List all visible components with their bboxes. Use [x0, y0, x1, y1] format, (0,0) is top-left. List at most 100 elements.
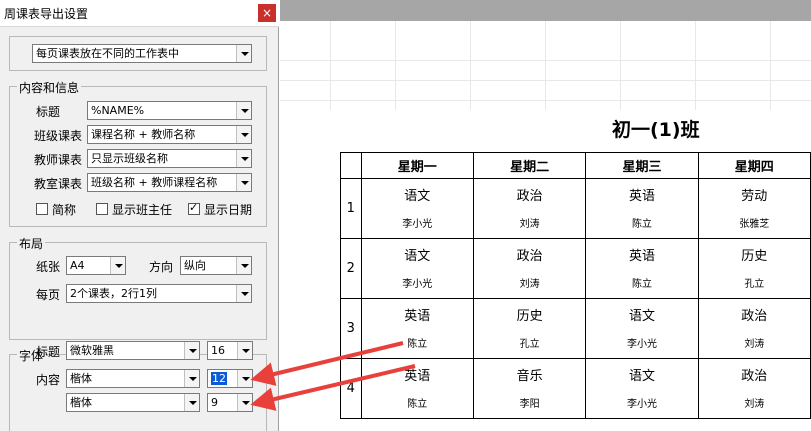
timetable: 星期一 星期二 星期三 星期四 1 语文 李小光 政治 刘涛 英语 陈立 劳动 张雅芝 … — [340, 152, 811, 419]
lesson-cell: 历史 孔立 — [472, 298, 587, 359]
paper-select[interactable]: A4 — [66, 256, 126, 275]
teacher-schedule-select[interactable]: 只显示班级名称 — [87, 149, 252, 168]
class-schedule-select[interactable]: 课程名称 + 教师名称 — [87, 125, 252, 144]
title-field-select[interactable]: %NAME% — [87, 101, 252, 120]
chevron-down-icon — [236, 150, 251, 167]
period-number: 1 — [340, 178, 362, 239]
chevron-down-icon — [184, 394, 199, 411]
subject: 英语 — [404, 309, 431, 324]
subject: 语文 — [404, 189, 431, 204]
lesson-cell: 英语 陈立 — [585, 178, 699, 239]
class-schedule-label: 班级课表 — [34, 129, 83, 143]
show-date-label[interactable]: 显示日期 — [204, 201, 252, 218]
classroom-schedule-select[interactable]: 班级名称 + 教师课程名称 — [87, 173, 252, 192]
teacher: 李小光 — [626, 339, 657, 350]
timetable-row: 3 英语陈立 历史孔立 语文李小光 政治刘涛 — [340, 298, 811, 359]
chevron-down-icon — [237, 394, 252, 411]
lesson-cell: 政治 刘涛 — [697, 358, 811, 419]
header-day: 星期三 — [585, 152, 699, 179]
subject: 政治 — [516, 249, 543, 264]
teacher: 李小光 — [626, 399, 657, 410]
timetable-row: 1 语文李小光 政治刘涛 英语陈立 劳动张雅芝 — [340, 178, 811, 239]
paper-label: 纸张 — [36, 260, 61, 274]
lesson-cell: 语文 李小光 — [360, 238, 474, 299]
lesson-cell: 历史 孔立 — [697, 238, 811, 299]
title-field-label: 标题 — [36, 105, 61, 119]
timetable-title: 初一(1)班 — [612, 119, 700, 141]
teacher: 李小光 — [402, 219, 433, 230]
subject: 语文 — [628, 369, 655, 384]
lesson-cell: 劳动 张雅芝 — [697, 178, 811, 239]
subject: 政治 — [741, 369, 768, 384]
orientation-label: 方向 — [149, 260, 174, 274]
sub-size-select[interactable]: 9 — [207, 393, 253, 412]
orientation-select[interactable]: 纵向 — [180, 256, 252, 275]
subject: 政治 — [741, 309, 768, 324]
teacher: 陈立 — [407, 339, 428, 350]
chevron-down-icon — [236, 257, 251, 274]
teacher: 李小光 — [402, 279, 433, 290]
teacher: 张雅芝 — [739, 219, 770, 230]
sub-font-select[interactable]: 楷体 — [66, 393, 200, 412]
lesson-cell: 英语 陈立 — [360, 358, 474, 419]
teacher: 刘涛 — [519, 279, 540, 290]
per-page-label: 每页 — [36, 288, 61, 302]
subject: 语文 — [628, 309, 655, 324]
export-settings-dialog: 周课表导出设置 × 每页课表放在不同的工作表中 内容和信息 标题 %NAME% … — [0, 0, 279, 431]
content-font-label: 内容 — [36, 373, 61, 387]
chevron-down-icon — [236, 174, 251, 191]
subject: 历史 — [516, 309, 543, 324]
subject: 音乐 — [516, 369, 543, 384]
chevron-down-icon — [184, 342, 199, 359]
per-page-select[interactable]: 2个课表，2行1列 — [66, 284, 252, 303]
lesson-cell: 语文 李小光 — [360, 178, 474, 239]
sheet-mode-select[interactable]: 每页课表放在不同的工作表中 — [32, 44, 252, 63]
abbrev-label[interactable]: 简称 — [52, 201, 76, 218]
content-info-legend: 内容和信息 — [17, 79, 82, 96]
show-date-checkbox[interactable] — [188, 201, 200, 215]
content-font-select[interactable]: 楷体 — [66, 369, 200, 388]
title-size-select[interactable]: 16 — [207, 341, 253, 360]
period-number: 3 — [340, 298, 362, 359]
subject: 政治 — [516, 189, 543, 204]
dialog-title: 周课表导出设置 — [4, 7, 89, 21]
teacher: 李阳 — [519, 399, 540, 410]
title-font-label: 标题 — [36, 345, 61, 359]
subject: 英语 — [404, 369, 431, 384]
subject: 语文 — [404, 249, 431, 264]
lesson-cell: 音乐 李阳 — [472, 358, 587, 419]
subject: 英语 — [628, 249, 655, 264]
lesson-cell: 英语 陈立 — [585, 238, 699, 299]
close-button[interactable]: × — [258, 4, 276, 22]
period-number: 4 — [340, 358, 362, 419]
show-head-teacher-checkbox[interactable] — [96, 203, 108, 215]
teacher: 刘涛 — [519, 219, 540, 230]
title-font-select[interactable]: 微软雅黑 — [66, 341, 200, 360]
teacher: 孔立 — [744, 279, 765, 290]
chevron-down-icon — [237, 342, 252, 359]
header-day: 星期四 — [697, 152, 811, 179]
teacher: 孔立 — [519, 339, 540, 350]
chevron-down-icon — [236, 126, 251, 143]
chevron-down-icon — [110, 257, 125, 274]
header-day: 星期二 — [472, 152, 587, 179]
abbrev-checkbox[interactable] — [36, 203, 48, 215]
subject: 劳动 — [741, 189, 768, 204]
dialog-titlebar[interactable]: 周课表导出设置 × — [0, 0, 279, 27]
teacher: 刘涛 — [744, 339, 765, 350]
teacher: 陈立 — [631, 219, 652, 230]
layout-legend: 布局 — [17, 235, 46, 252]
timetable-header-row: 星期一 星期二 星期三 星期四 — [340, 152, 811, 179]
teacher: 刘涛 — [744, 399, 765, 410]
lesson-cell: 政治 刘涛 — [472, 178, 587, 239]
classroom-schedule-label: 教室课表 — [34, 177, 83, 191]
chevron-down-icon — [236, 45, 251, 62]
content-size-select[interactable]: 12 — [207, 369, 253, 388]
show-head-teacher-label[interactable]: 显示班主任 — [112, 201, 172, 218]
lesson-cell: 政治 刘涛 — [472, 238, 587, 299]
chevron-down-icon — [237, 370, 252, 387]
subject: 历史 — [741, 249, 768, 264]
teacher: 陈立 — [407, 399, 428, 410]
subject: 英语 — [628, 189, 655, 204]
teacher: 陈立 — [631, 279, 652, 290]
